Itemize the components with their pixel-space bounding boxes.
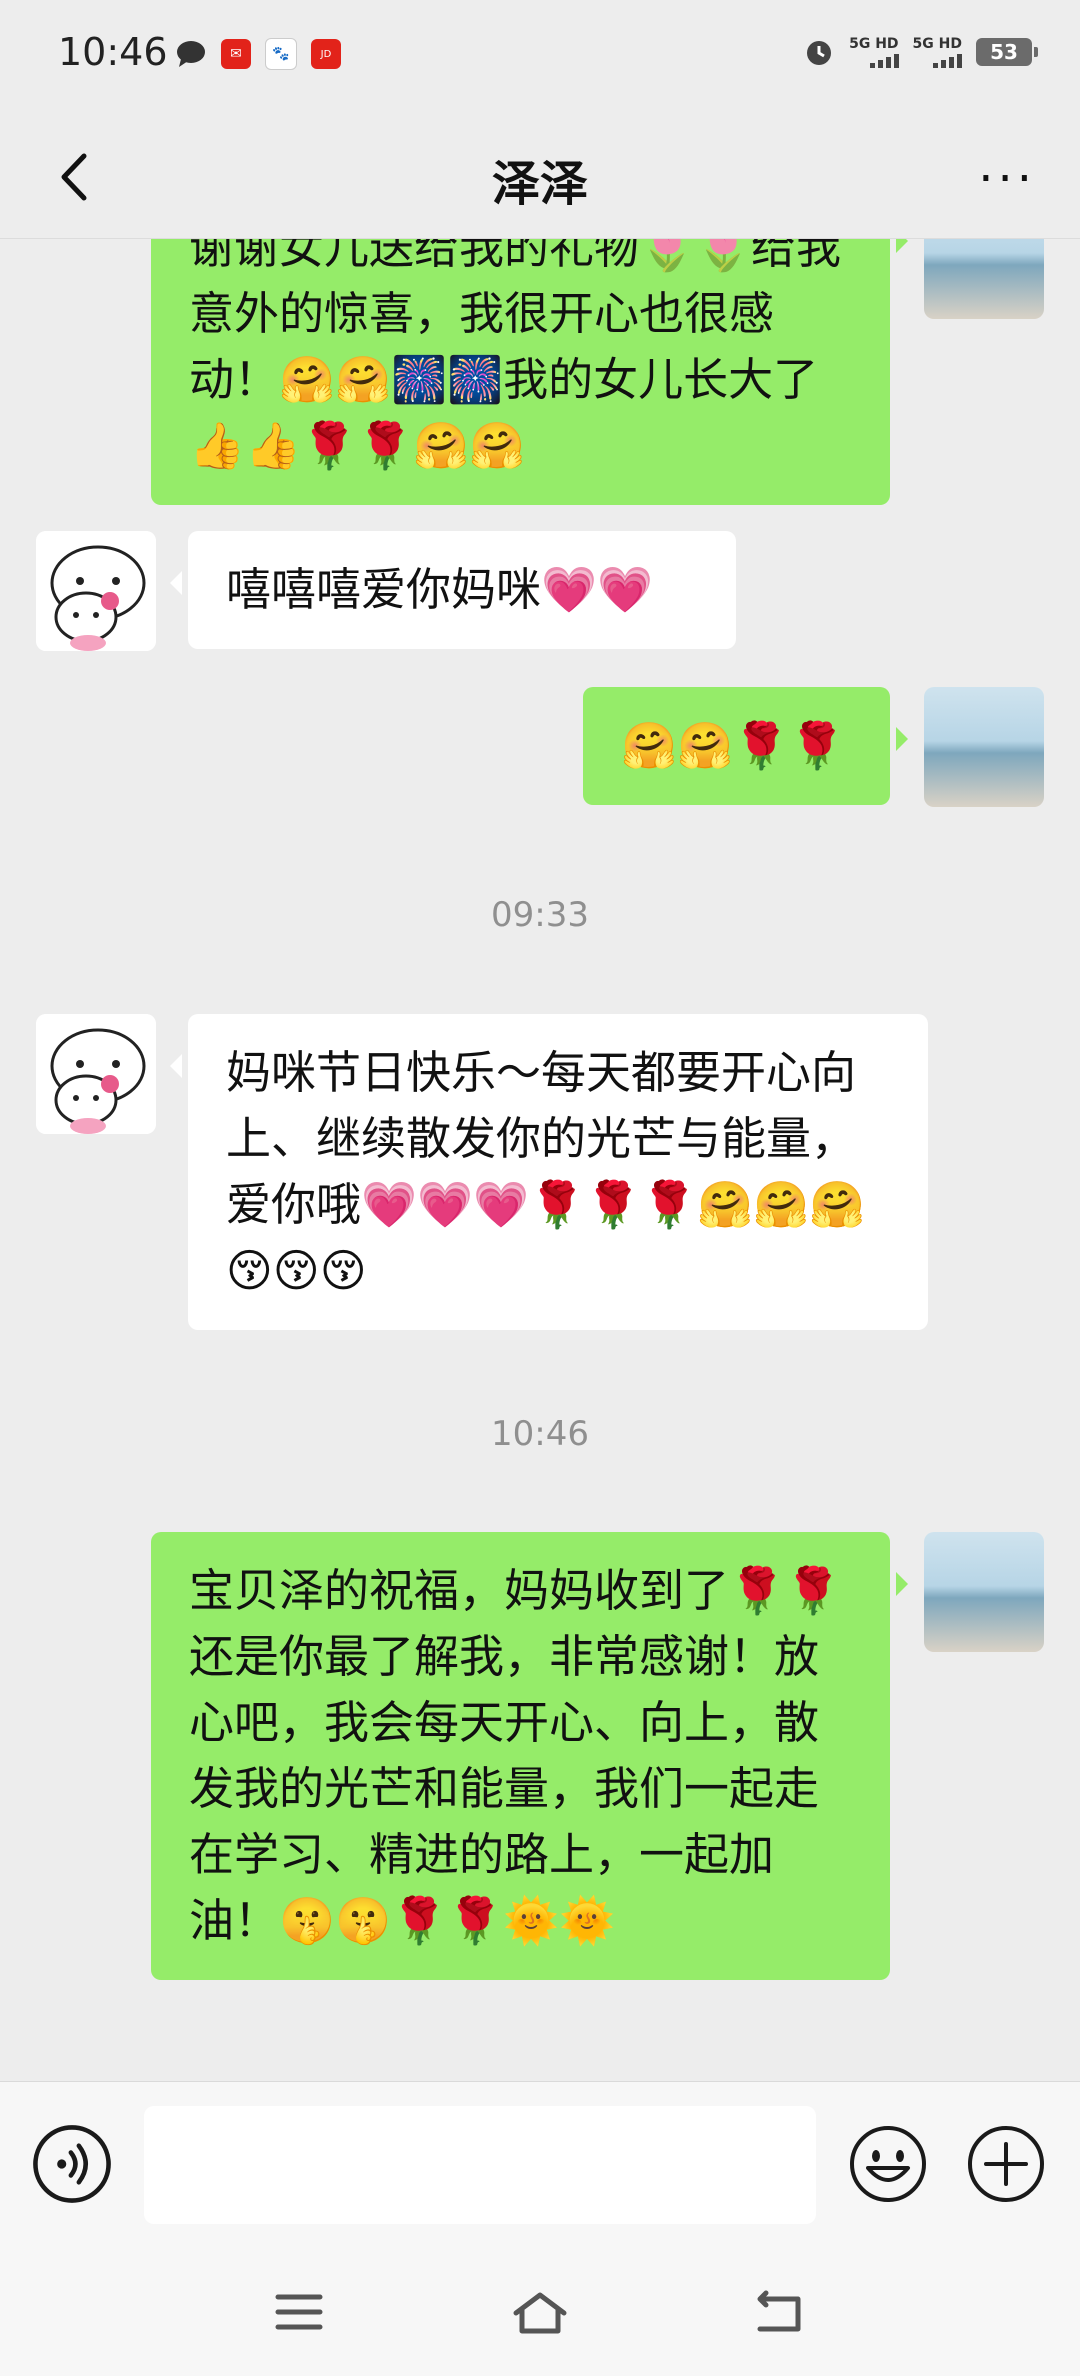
timestamp: 10:46	[491, 1414, 589, 1454]
plus-icon[interactable]	[966, 2124, 1046, 2204]
message-list[interactable]: 谢谢女儿送给我的礼物🌷🌷给我意外的惊喜，我很开心也很感动！🤗🤗🎆🎆我的女儿长大了…	[0, 239, 1080, 2081]
message-bubble[interactable]: 宝贝泽的祝福，妈妈收到了🌹🌹还是你最了解我，非常感谢！放心吧，我会每天开心、向上…	[151, 1532, 908, 1980]
system-nav-bar	[0, 2249, 1080, 2376]
emoji-icon[interactable]	[848, 2124, 928, 2204]
signal-2: 5G HD	[913, 37, 962, 68]
message-input[interactable]	[144, 2106, 816, 2224]
message-bubble[interactable]: 妈咪节日快乐～每天都要开心向上、继续散发你的光芒与能量，爱你哦💗💗💗🌹🌹🌹🤗🤗🤗…	[170, 1014, 928, 1330]
chat-title: 泽泽	[491, 156, 588, 212]
signal-1: 5G HD	[849, 37, 899, 68]
status-time: 10:46	[58, 30, 168, 74]
my-avatar[interactable]	[924, 239, 1044, 319]
app-red-icon: ✉	[221, 39, 251, 69]
voice-icon[interactable]	[32, 2124, 112, 2204]
chat-header: 泽泽 ···	[0, 118, 1080, 239]
cat-avatar-icon	[36, 531, 156, 651]
notification-icons: ✉ 🐾 JD	[175, 38, 341, 70]
my-avatar[interactable]	[924, 687, 1044, 807]
status-right: 5G HD 5G HD 53	[803, 36, 1038, 68]
menu-icon[interactable]	[272, 2289, 326, 2335]
battery-indicator: 53	[976, 38, 1038, 66]
message-bubble[interactable]: 嘻嘻嘻爱你妈咪💗💗	[170, 531, 736, 649]
home-icon[interactable]	[510, 2289, 570, 2337]
baidu-paw-icon: 🐾	[265, 38, 297, 70]
app-jd-icon: JD	[311, 39, 341, 69]
back-icon[interactable]	[752, 2289, 808, 2337]
contact-avatar[interactable]	[36, 1014, 156, 1134]
contact-avatar[interactable]	[36, 531, 156, 651]
alarm-icon	[807, 41, 832, 65]
chat-bubble-icon	[177, 41, 205, 67]
status-bar: 10:46 ✉ 🐾 JD 5G HD 5G HD 53	[0, 0, 1080, 118]
input-bar	[0, 2081, 1080, 2250]
my-avatar[interactable]	[924, 1532, 1044, 1652]
message-bubble[interactable]: 🤗🤗🌹🌹	[583, 687, 908, 805]
more-dots-icon[interactable]: ···	[978, 155, 1036, 203]
timestamp: 09:33	[491, 895, 589, 935]
cat-avatar-icon	[36, 1014, 156, 1134]
message-bubble[interactable]: 谢谢女儿送给我的礼物🌷🌷给我意外的惊喜，我很开心也很感动！🤗🤗🎆🎆我的女儿长大了…	[151, 239, 908, 505]
